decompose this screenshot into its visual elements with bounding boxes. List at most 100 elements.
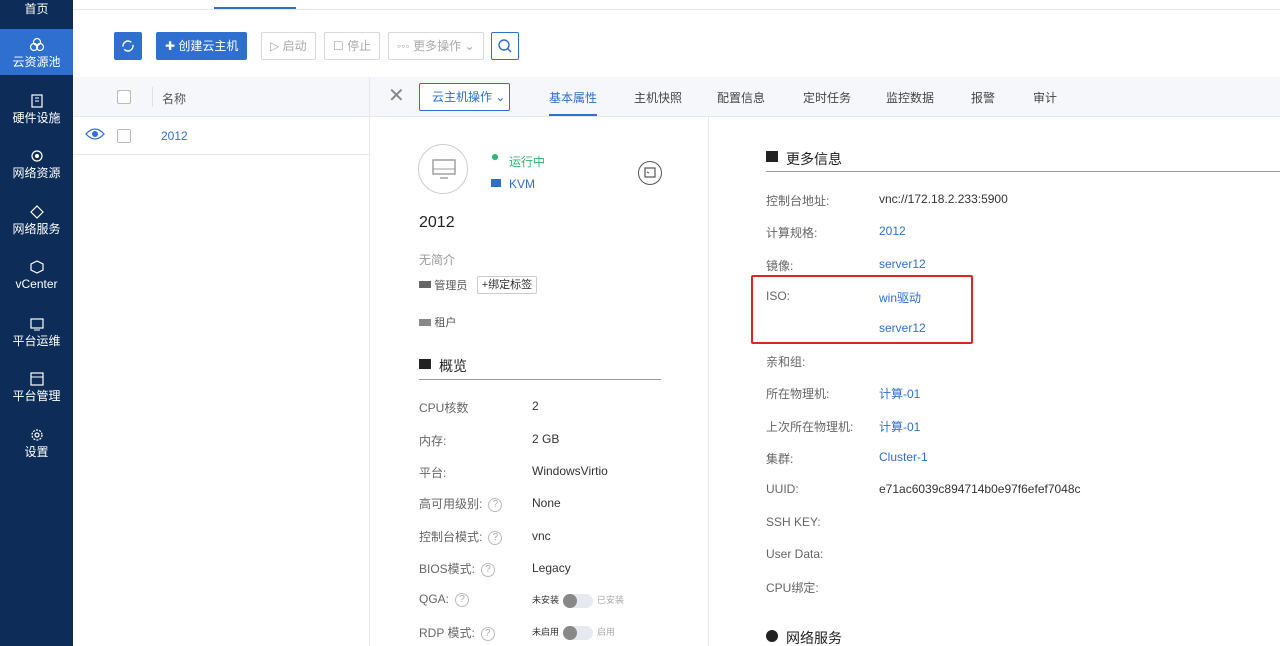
stop-icon: ☐ [333,39,348,53]
sidebar-item-label: 网络服务 [12,222,61,236]
spec-link[interactable]: 2012 [879,224,906,238]
host-link[interactable]: 计算-01 [879,385,920,402]
rdp-toggle[interactable] [563,625,594,640]
rdp-label: RDP 模式: [419,626,475,640]
memory-value: 2 GB [532,432,560,446]
monitor-icon [418,144,468,194]
sidebar-item-vcenter[interactable]: vCenter [0,259,73,291]
start-button[interactable]: ▷ 启动 [261,32,316,60]
tag-icon [419,318,431,326]
sidebar-item-cloud-pool[interactable]: 云资源池 [0,29,73,75]
sidebar-item-home[interactable]: 首页 [0,2,73,22]
stop-button[interactable]: ☐ 停止 [324,32,381,60]
network-service-icon [29,205,44,219]
section-divider [419,379,661,380]
app-root: 首页 云资源池 硬件设施 网络资源 网络服务 vCenter 平台运维 平台管理… [0,0,1280,646]
folder-icon [419,359,431,369]
column-header-name[interactable]: 名称 [162,90,186,107]
console-addr-value: vnc://172.18.2.233:5900 [879,192,1008,206]
help-icon[interactable]: ? [488,497,503,512]
qga-toggle[interactable] [563,593,594,608]
console-addr-label: 控制台地址: [766,194,830,208]
cluster-label: 集群: [766,452,794,466]
select-all-checkbox[interactable] [117,90,131,104]
tab-alarm[interactable]: 报警 [971,89,995,106]
create-vm-button[interactable]: ✚ 创建云主机 [156,32,248,60]
vm-description: 无简介 [419,253,456,267]
cpu-pin-label: CPU绑定: [766,581,819,595]
play-icon: ▷ [270,39,283,53]
rdp-label-row: RDP 模式:? [419,624,495,641]
row-checkbox[interactable] [117,129,131,143]
memory-label: 内存: [419,434,447,448]
sidebar: 首页 云资源池 硬件设施 网络资源 网络服务 vCenter 平台运维 平台管理… [0,0,73,646]
list-header: 名称 [73,77,369,117]
vm-title: 2012 [419,214,455,231]
sidebar-item-settings[interactable]: 设置 [0,427,73,459]
sidebar-item-label: vCenter [15,277,58,291]
user-data-label: User Data: [766,547,824,561]
rdp-toggle-row: 未启用 启用 [532,625,615,640]
help-icon[interactable]: ? [481,562,496,577]
bios-label-row: BIOS模式:? [419,560,496,577]
active-tab-indicator [214,7,296,9]
sidebar-item-admin[interactable]: 平台管理 [0,371,73,403]
tenant-row: 租户 [419,314,456,330]
last-host-link[interactable]: 计算-01 [879,418,920,435]
help-icon[interactable]: ? [455,592,470,607]
affinity-label: 亲和组: [766,355,806,369]
sidebar-item-label: 平台管理 [12,389,61,403]
cloud-pool-icon [29,37,44,52]
image-link[interactable]: server12 [879,257,926,271]
sidebar-item-hardware[interactable]: 硬件设施 [0,93,73,125]
tab-config[interactable]: 配置信息 [717,89,765,106]
qga-on-text: 已安装 [597,595,625,605]
help-icon[interactable]: ? [488,530,503,545]
ha-label-row: 高可用级别:? [419,495,503,512]
sidebar-item-network-service[interactable]: 网络服务 [0,204,73,236]
help-icon[interactable]: ? [480,626,495,641]
chevron-down-icon: ⌄ [492,90,506,104]
refresh-button[interactable] [114,32,142,60]
more-actions-button[interactable]: ◦◦◦ 更多操作 ⌄ [388,32,484,60]
more-info-title: 更多信息 [786,151,842,167]
hypervisor-icon [491,179,501,187]
vm-ops-label: 云主机操作 [432,90,493,104]
hardware-icon [30,94,43,108]
iso-highlight-box [751,275,973,344]
console-mode-value: vnc [532,529,551,543]
sidebar-item-network-resource[interactable]: 网络资源 [0,148,73,180]
bios-label: BIOS模式: [419,562,476,576]
qga-toggle-row: 未安装 已安装 [532,593,624,608]
qga-off-text: 未安装 [532,595,560,605]
console-mode-label: 控制台模式: [419,530,483,544]
tab-scheduled[interactable]: 定时任务 [803,89,851,106]
cluster-link[interactable]: Cluster-1 [879,450,928,464]
table-row[interactable]: 2012 [73,117,369,155]
running-status-dot [492,154,498,160]
network-service-title: 网络服务 [786,630,842,646]
bind-tag-button[interactable]: +绑定标签 [476,276,538,294]
vm-name-link[interactable]: 2012 [161,129,188,143]
sidebar-item-label: 云资源池 [12,55,61,69]
owner-label: 管理员 [434,279,468,292]
close-icon[interactable]: ✕ [388,83,405,108]
platform-label: 平台: [419,466,447,480]
tab-basic[interactable]: 基本属性 [549,89,598,116]
sidebar-item-label: 设置 [24,445,49,459]
sidebar-item-label: 首页 [24,2,49,16]
rdp-off-text: 未启用 [532,627,560,637]
more-icon: ◦◦◦ [397,39,414,53]
tab-monitor[interactable]: 监控数据 [886,89,934,106]
console-icon[interactable] [638,161,662,185]
tab-snapshot[interactable]: 主机快照 [634,89,682,106]
vm-ops-dropdown[interactable]: 云主机操作 ⌄ [419,83,510,111]
tag-icon [419,281,431,289]
tab-audit[interactable]: 审计 [1033,89,1057,106]
cpu-label: CPU核数 [419,401,469,415]
rdp-on-text: 启用 [597,627,616,637]
sidebar-item-ops[interactable]: 平台运维 [0,316,73,348]
search-button[interactable] [491,32,519,60]
eye-icon[interactable] [85,127,105,141]
plus-icon: ✚ [165,39,179,53]
